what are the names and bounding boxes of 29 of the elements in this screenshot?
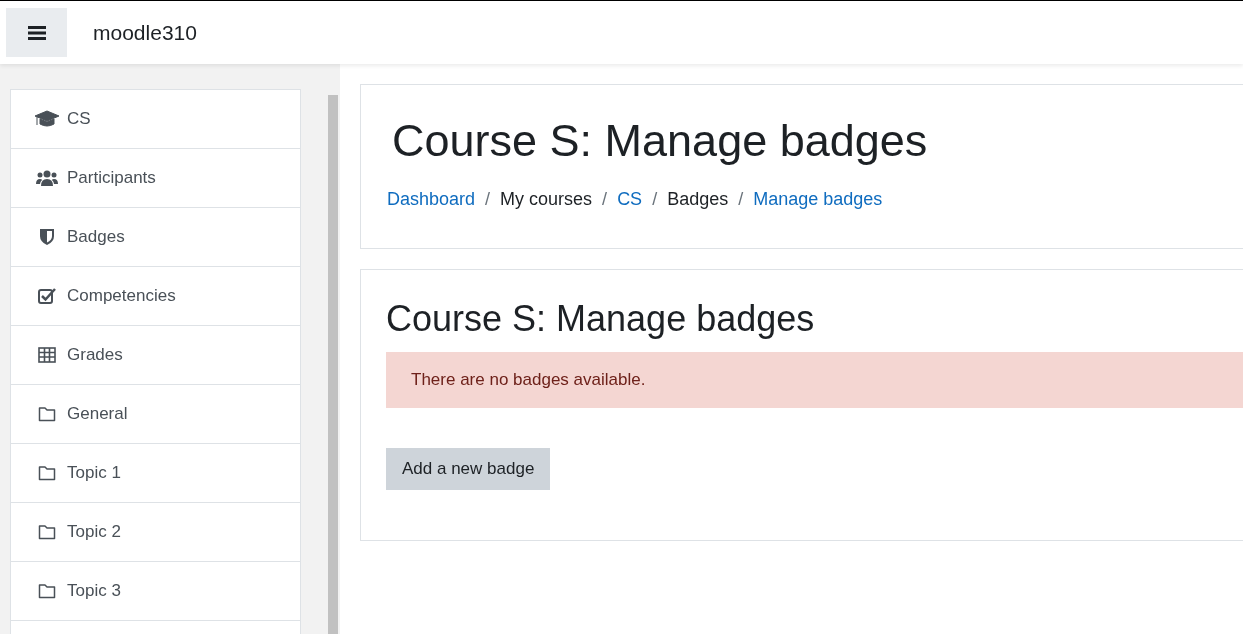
checkbox-icon [35, 287, 59, 305]
table-icon [35, 347, 59, 363]
alert-message: There are no badges available. [386, 352, 1243, 408]
section-heading: Course S: Manage badges [386, 298, 816, 340]
sidebar-item[interactable]: Topic 1 [11, 444, 301, 503]
breadcrumb-link[interactable]: Manage badges [753, 189, 883, 210]
sidebar-item[interactable]: Badges [11, 208, 301, 267]
breadcrumb-separator: / [652, 189, 658, 210]
menu-icon [27, 25, 46, 40]
breadcrumb-item: My courses [500, 189, 593, 210]
sidebar-item[interactable]: Competencies [11, 267, 301, 326]
sidebar-item[interactable]: Participants [11, 149, 301, 208]
graduation-cap-icon [35, 110, 59, 128]
site-name[interactable]: moodle310 [93, 20, 197, 45]
sidebar-item[interactable]: Grades [11, 326, 301, 385]
sidebar-item[interactable]: Topic 3 [11, 562, 301, 621]
page-title: Course S: Manage badges [391, 115, 929, 167]
sidebar-item[interactable]: Topic 2 [11, 503, 301, 562]
breadcrumb-separator: / [738, 189, 744, 210]
add-badge-button[interactable]: Add a new badge [386, 448, 551, 490]
breadcrumb-separator: / [485, 189, 491, 210]
breadcrumb-link[interactable]: CS [617, 189, 643, 210]
sidebar-item[interactable]: General [11, 385, 301, 444]
breadcrumb-item: Badges [667, 189, 729, 210]
users-icon [35, 169, 59, 187]
breadcrumb-link[interactable]: Dashboard [387, 189, 476, 210]
sidebar-item[interactable]: CS [11, 90, 301, 149]
menu-button[interactable] [6, 8, 67, 57]
breadcrumb-separator: / [602, 189, 608, 210]
